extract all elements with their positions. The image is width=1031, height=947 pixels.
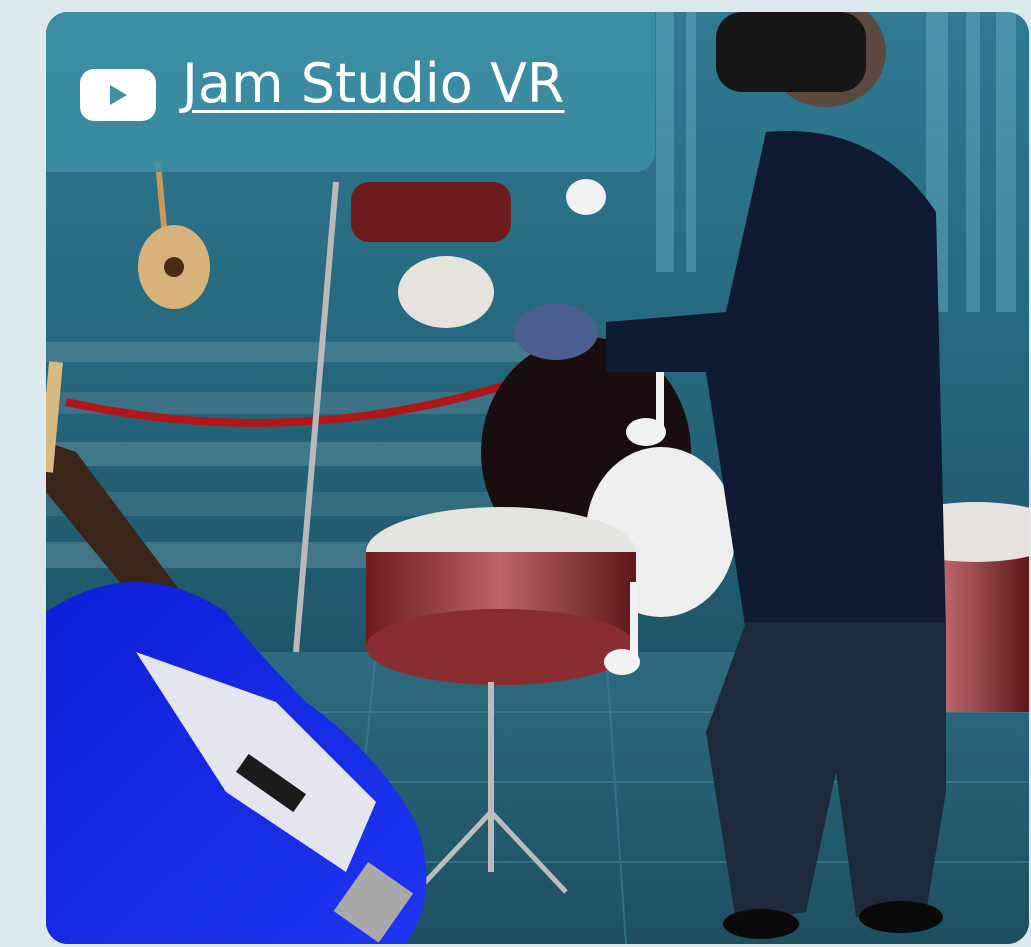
video-thumbnail-card[interactable]: Jam Studio VR — [46, 12, 1029, 944]
title-overlay: Jam Studio VR — [46, 12, 655, 172]
video-title-link[interactable]: Jam Studio VR — [182, 52, 564, 115]
youtube-play-icon[interactable] — [80, 69, 156, 121]
